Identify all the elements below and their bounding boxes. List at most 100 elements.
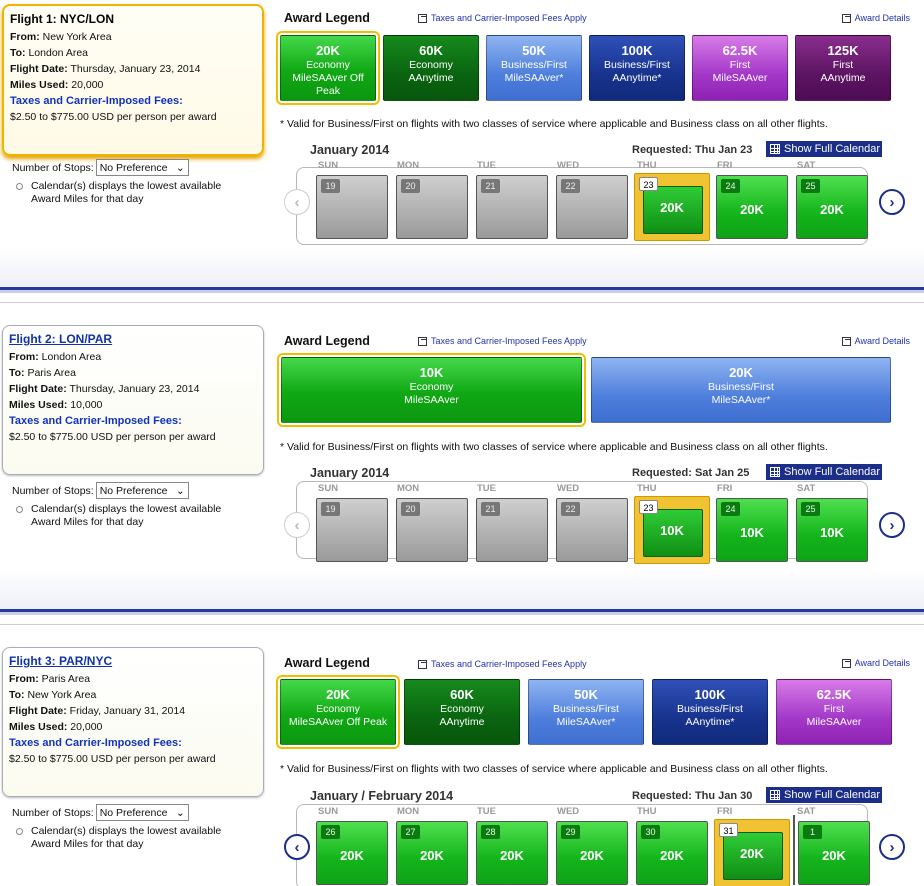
award-option[interactable]: 50K Business/First MileSAAver*: [528, 679, 644, 745]
calendar-day: 21: [476, 175, 548, 239]
day-of-week: THU: [637, 160, 657, 171]
calendar-note-line-1: Calendar(s) displays the lowest availabl…: [31, 180, 222, 192]
show-full-calendar-button[interactable]: Show Full Calendar: [766, 787, 882, 803]
calendar-day: 20: [396, 498, 468, 562]
award-details-link[interactable]: Award Details: [841, 658, 910, 668]
day-award-value: 20K: [820, 202, 844, 217]
award-details-link[interactable]: Award Details: [841, 13, 910, 23]
calendar-day[interactable]: 24 10K: [716, 498, 788, 562]
award-option[interactable]: 20K Business/First MileSAAver*: [591, 357, 891, 423]
to-label: To:: [10, 47, 26, 59]
award-class: First: [832, 59, 854, 71]
award-option[interactable]: 20K Economy MileSAAver Off Peak: [276, 31, 380, 105]
award-option[interactable]: 100K Business/First AAnytime*: [589, 35, 685, 101]
prev-week-arrow-icon[interactable]: ‹: [284, 512, 310, 538]
day-award-value: 20K: [500, 848, 524, 863]
to-row: To: London Area: [10, 45, 257, 61]
from-row: From: Paris Area: [9, 671, 258, 687]
stops-label: Number of Stops:: [12, 806, 94, 819]
valid-note: * Valid for Business/First on flights wi…: [280, 118, 828, 130]
calendar-day[interactable]: 28 20K: [476, 821, 548, 885]
award-option[interactable]: 100K Business/First AAnytime*: [652, 679, 768, 745]
next-week-arrow-icon[interactable]: ›: [879, 512, 905, 538]
award-legend-title: Award Legend: [284, 11, 370, 25]
external-link-icon: [418, 336, 427, 346]
award-option[interactable]: 20K Economy MileSAAver Off Peak: [276, 675, 400, 749]
taxes-fees-link[interactable]: Taxes and Carrier-Imposed Fees Apply: [418, 13, 587, 23]
flight-summary-2[interactable]: Flight 2: LON/PAR From: London Area To: …: [2, 325, 264, 475]
stops-label: Number of Stops:: [12, 484, 94, 497]
award-class: Economy: [409, 381, 454, 393]
stops-label: Number of Stops:: [12, 161, 94, 174]
award-value: 20K: [326, 687, 350, 702]
award-details-link-text: Award Details: [854, 658, 910, 668]
day-award-value: 10K: [660, 523, 684, 538]
calendar-day-selected[interactable]: 23 20K: [634, 173, 710, 241]
award-type: MileSAAver Off Peak: [288, 716, 388, 728]
taxes-label: Taxes and Carrier-Imposed Fees:: [9, 415, 182, 427]
flight-summary-1[interactable]: Flight 1: NYC/LON From: New York Area To…: [2, 4, 264, 156]
flight-title-link[interactable]: Flight 3: PAR/NYC: [9, 654, 258, 668]
to-row: To: New York Area: [9, 687, 258, 703]
flight-title: Flight 1: NYC/LON: [10, 12, 114, 26]
taxes-fees-link[interactable]: Taxes and Carrier-Imposed Fees Apply: [418, 336, 587, 346]
calendar-day[interactable]: 1 20K: [798, 821, 870, 885]
next-week-arrow-icon[interactable]: ›: [879, 189, 905, 215]
calendar-day[interactable]: 27 20K: [396, 821, 468, 885]
day-number: 24: [721, 502, 740, 516]
show-full-calendar-button[interactable]: Show Full Calendar: [766, 464, 882, 480]
calendar-day[interactable]: 24 20K: [716, 175, 788, 239]
day-of-week: TUE: [477, 483, 496, 494]
to-row: To: Paris Area: [9, 365, 258, 381]
prev-week-arrow-icon[interactable]: ‹: [284, 189, 310, 215]
calendar-day-selected[interactable]: 23 10K: [634, 496, 710, 564]
flight-summary-3[interactable]: Flight 3: PAR/NYC From: Paris Area To: N…: [2, 647, 264, 797]
calendar-day[interactable]: 25 20K: [796, 175, 868, 239]
miles-value: 20,000: [70, 721, 103, 733]
from-row: From: New York Area: [10, 29, 257, 45]
calendar-day[interactable]: 30 20K: [636, 821, 708, 885]
calendar-day[interactable]: 26 20K: [316, 821, 388, 885]
award-value: 100K: [621, 43, 653, 58]
award-value: 10K: [419, 365, 444, 380]
panel-footer-band: [0, 247, 924, 287]
stops-select[interactable]: No Preference ⌄: [95, 482, 189, 499]
award-type: MileSAAver: [712, 72, 768, 84]
award-option[interactable]: 60K Economy AAnytime: [383, 35, 479, 101]
flight-panel-3: Flight 3: PAR/NYC From: Paris Area To: N…: [0, 624, 924, 886]
stops-select[interactable]: No Preference ⌄: [95, 159, 189, 176]
calendar-grid-icon: [770, 467, 780, 477]
miles-row: Miles Used: 20,000: [10, 77, 257, 93]
calendar-day-selected[interactable]: 31 20K: [714, 819, 790, 886]
day-of-week: SUN: [318, 806, 339, 817]
to-value: Paris Area: [27, 367, 76, 379]
stops-filter: Number of Stops: No Preference ⌄: [12, 482, 189, 499]
external-link-icon: [841, 13, 851, 23]
date-row: Flight Date: Friday, January 31, 2014: [9, 703, 258, 719]
day-number: 19: [321, 502, 340, 516]
award-type: MileSAAver*: [504, 72, 564, 84]
flight-title-link[interactable]: Flight 2: LON/PAR: [9, 332, 258, 346]
award-type: AAnytime: [408, 72, 454, 84]
to-value: London Area: [28, 47, 89, 59]
award-option[interactable]: 10K Economy MileSAAver: [277, 353, 586, 427]
award-option[interactable]: 62.5K First MileSAAver: [776, 679, 892, 745]
award-option[interactable]: 62.5K First MileSAAver: [692, 35, 788, 101]
award-option[interactable]: 60K Economy AAnytime: [404, 679, 520, 745]
award-option[interactable]: 125K First AAnytime: [795, 35, 891, 101]
calendar-day: 20: [396, 175, 468, 239]
award-details-link[interactable]: Award Details: [841, 336, 910, 346]
award-type: MileSAAver: [404, 394, 459, 406]
day-number: 1: [803, 825, 822, 839]
award-option[interactable]: 50K Business/First MileSAAver*: [486, 35, 582, 101]
calendar-note-line-2: Award Miles for that day: [31, 516, 144, 528]
calendar-day[interactable]: 25 10K: [796, 498, 868, 562]
flight-panel-1: Flight 1: NYC/LON From: New York Area To…: [0, 0, 924, 290]
day-award-value: 10K: [820, 525, 844, 540]
stops-select[interactable]: No Preference ⌄: [95, 804, 189, 821]
taxes-fees-link[interactable]: Taxes and Carrier-Imposed Fees Apply: [418, 659, 587, 669]
prev-week-arrow-icon[interactable]: ‹: [284, 834, 310, 860]
calendar-day[interactable]: 29 20K: [556, 821, 628, 885]
next-week-arrow-icon[interactable]: ›: [879, 834, 905, 860]
show-full-calendar-button[interactable]: Show Full Calendar: [766, 141, 882, 157]
